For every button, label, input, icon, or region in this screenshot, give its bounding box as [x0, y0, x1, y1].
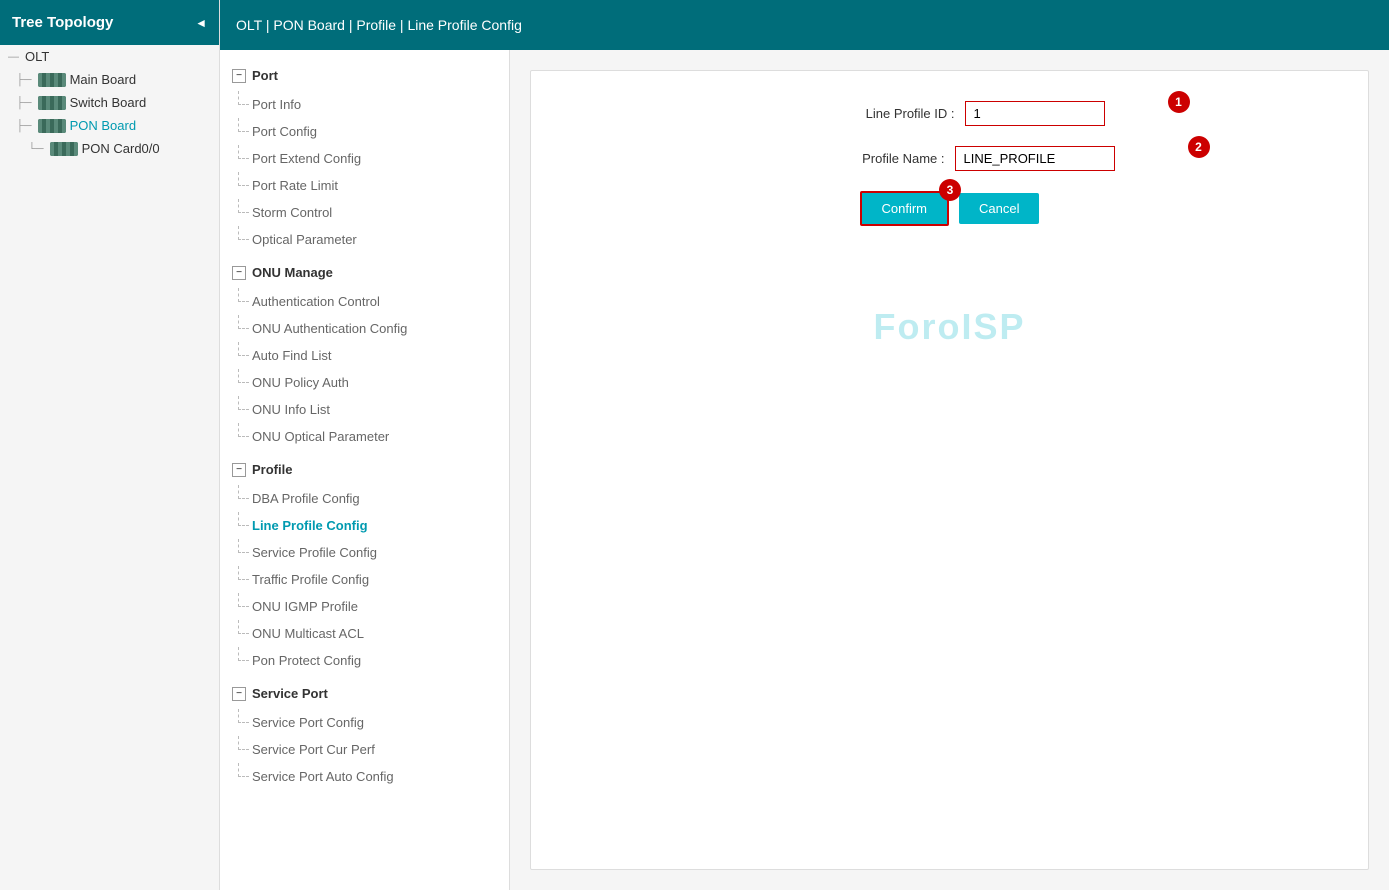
menu-item-onu-policy-auth[interactable]: ONU Policy Auth [220, 369, 509, 396]
sidebar-title: Tree Topology ◄ [0, 0, 219, 45]
right-panel: Line Profile ID : 1 Profile Name : 2 Con… [510, 50, 1389, 890]
tree-connector: ├─ [16, 74, 32, 86]
cancel-button[interactable]: Cancel [959, 193, 1039, 224]
menu-item-pon-protect-config[interactable]: Pon Protect Config [220, 647, 509, 674]
menu-item-port-info[interactable]: Port Info [220, 91, 509, 118]
confirm-button[interactable]: Confirm [860, 191, 950, 226]
left-menu: − Port Port Info Port Config Port Extend… [220, 50, 510, 890]
line-profile-id-input[interactable] [965, 101, 1105, 126]
form-container: Line Profile ID : 1 Profile Name : 2 Con… [530, 70, 1369, 870]
line-profile-id-label: Line Profile ID : [795, 106, 955, 121]
menu-item-optical-parameter[interactable]: Optical Parameter [220, 226, 509, 253]
content-area: OLT | PON Board | Profile | Line Profile… [220, 0, 1389, 890]
badge-1: 1 [1168, 91, 1190, 113]
collapse-icon-service-port: − [232, 687, 246, 701]
menu-item-storm-control[interactable]: Storm Control [220, 199, 509, 226]
menu-section-service-port: − Service Port Service Port Config Servi… [220, 678, 509, 790]
menu-item-port-rate-limit[interactable]: Port Rate Limit [220, 172, 509, 199]
tree-connector: — [8, 51, 19, 63]
pon-board-label: PON Board [70, 118, 136, 133]
menu-item-dba-profile-config[interactable]: DBA Profile Config [220, 485, 509, 512]
profile-name-label: Profile Name : [785, 151, 945, 166]
menu-section-header-onu-manage[interactable]: − ONU Manage [220, 257, 509, 288]
watermark: ForoISP [571, 306, 1328, 348]
service-port-section-label: Service Port [252, 686, 328, 701]
tree-item-pon-board[interactable]: ├─ PON Board [0, 114, 219, 137]
menu-item-service-port-config[interactable]: Service Port Config [220, 709, 509, 736]
menu-item-service-port-cur-perf[interactable]: Service Port Cur Perf [220, 736, 509, 763]
collapse-icon-profile: − [232, 463, 246, 477]
watermark-text: ForoISP [873, 306, 1025, 348]
menu-item-onu-info-list[interactable]: ONU Info List [220, 396, 509, 423]
tree-item-olt[interactable]: — OLT [0, 45, 219, 68]
menu-item-port-extend-config[interactable]: Port Extend Config [220, 145, 509, 172]
menu-section-header-service-port[interactable]: − Service Port [220, 678, 509, 709]
menu-item-onu-multicast-acl[interactable]: ONU Multicast ACL [220, 620, 509, 647]
pon-card-icon [50, 142, 78, 156]
tree-connector: └─ [28, 143, 44, 155]
port-section-label: Port [252, 68, 278, 83]
main-board-label: Main Board [70, 72, 136, 87]
menu-section-header-profile[interactable]: − Profile [220, 454, 509, 485]
olt-label: OLT [25, 49, 49, 64]
menu-section-profile: − Profile DBA Profile Config Line Profil… [220, 454, 509, 674]
collapse-icon-onu-manage: − [232, 266, 246, 280]
menu-item-port-config[interactable]: Port Config [220, 118, 509, 145]
menu-item-line-profile-config[interactable]: Line Profile Config [220, 512, 509, 539]
tree-item-pon-card[interactable]: └─ PON Card0/0 [0, 137, 219, 160]
tree-item-switch-board[interactable]: ├─ Switch Board [0, 91, 219, 114]
menu-section-onu-manage: − ONU Manage Authentication Control ONU … [220, 257, 509, 450]
content-columns: − Port Port Info Port Config Port Extend… [220, 50, 1389, 890]
menu-item-auto-find-list[interactable]: Auto Find List [220, 342, 509, 369]
menu-item-onu-igmp-profile[interactable]: ONU IGMP Profile [220, 593, 509, 620]
pon-card-label: PON Card0/0 [82, 141, 160, 156]
tree-connector: ├─ [16, 97, 32, 109]
profile-name-input[interactable] [955, 146, 1115, 171]
sidebar-title-text: Tree Topology [12, 14, 113, 31]
form-row-profile-id: Line Profile ID : 1 [571, 101, 1328, 126]
profile-section-label: Profile [252, 462, 292, 477]
menu-section-port: − Port Port Info Port Config Port Extend… [220, 60, 509, 253]
badge-3: 3 [939, 179, 961, 201]
menu-item-authentication-control[interactable]: Authentication Control [220, 288, 509, 315]
onu-manage-section-label: ONU Manage [252, 265, 333, 280]
badge-2: 2 [1188, 136, 1210, 158]
switch-board-label: Switch Board [70, 95, 147, 110]
watermark-foro: Foro [873, 306, 961, 347]
menu-item-traffic-profile-config[interactable]: Traffic Profile Config [220, 566, 509, 593]
collapse-icon-port: − [232, 69, 246, 83]
sub-header: OLT | PON Board | Profile | Line Profile… [220, 0, 1389, 50]
menu-item-onu-optical-parameter[interactable]: ONU Optical Parameter [220, 423, 509, 450]
form-row-profile-name: Profile Name : 2 [571, 146, 1328, 171]
tree-connector: ├─ [16, 120, 32, 132]
watermark-sp: SP [973, 306, 1025, 347]
menu-section-header-port[interactable]: − Port [220, 60, 509, 91]
breadcrumb: OLT | PON Board | Profile | Line Profile… [236, 17, 522, 33]
sidebar: Tree Topology ◄ — OLT ├─ Main Board ├─ S… [0, 0, 220, 890]
menu-item-service-port-auto-config[interactable]: Service Port Auto Config [220, 763, 509, 790]
watermark-i: I [961, 306, 973, 347]
collapse-arrow-icon[interactable]: ◄ [195, 16, 207, 30]
pon-board-icon [38, 119, 66, 133]
menu-item-onu-auth-config[interactable]: ONU Authentication Config [220, 315, 509, 342]
switch-board-icon [38, 96, 66, 110]
main-board-icon [38, 73, 66, 87]
menu-item-service-profile-config[interactable]: Service Profile Config [220, 539, 509, 566]
tree-item-main-board[interactable]: ├─ Main Board [0, 68, 219, 91]
